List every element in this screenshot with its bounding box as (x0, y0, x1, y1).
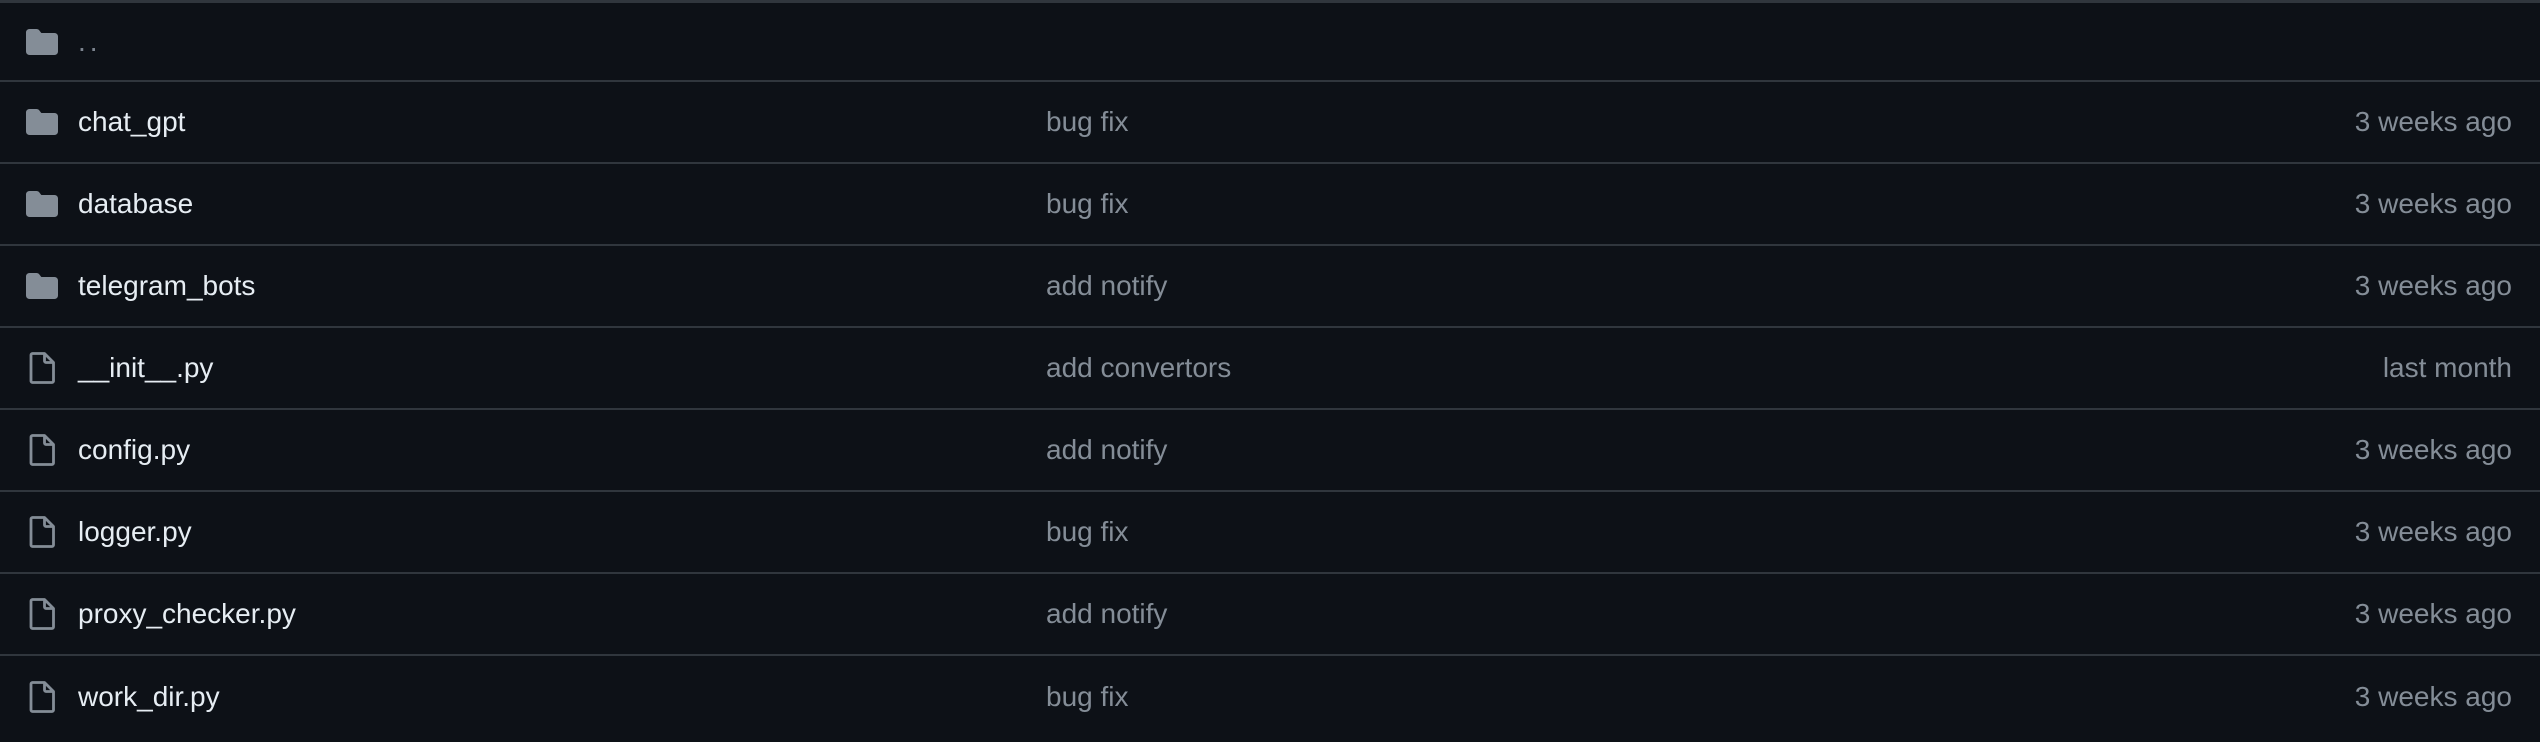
file-icon (26, 434, 58, 466)
commit-age: last month (2382, 352, 2512, 383)
commit-age: 3 weeks ago (2354, 270, 2512, 301)
file-name-link[interactable]: logger.py (78, 516, 192, 548)
commit-age: 3 weeks ago (2354, 598, 2512, 629)
file-row-config-py[interactable]: config.py add notify 3 weeks ago (0, 410, 2540, 492)
folder-icon (26, 188, 58, 220)
file-name-link[interactable]: __init__.py (78, 352, 213, 384)
commit-message-link[interactable]: add notify (1046, 270, 1167, 302)
parent-directory-row[interactable]: .. (0, 3, 2540, 82)
file-row-telegram_bots[interactable]: telegram_bots add notify 3 weeks ago (0, 246, 2540, 328)
commit-message-link[interactable]: add notify (1046, 598, 1167, 630)
commit-message-link[interactable]: add notify (1046, 434, 1167, 466)
file-row-database[interactable]: database bug fix 3 weeks ago (0, 164, 2540, 246)
commit-message-link[interactable]: bug fix (1046, 106, 1129, 138)
commit-age: 3 weeks ago (2354, 188, 2512, 219)
file-icon (26, 681, 58, 713)
file-row-logger-py[interactable]: logger.py bug fix 3 weeks ago (0, 492, 2540, 574)
file-name-link[interactable]: proxy_checker.py (78, 598, 296, 630)
file-row-work_dir-py[interactable]: work_dir.py bug fix 3 weeks ago (0, 656, 2540, 738)
commit-age: 3 weeks ago (2354, 681, 2512, 712)
file-row-chat_gpt[interactable]: chat_gpt bug fix 3 weeks ago (0, 82, 2540, 164)
commit-message-link[interactable]: bug fix (1046, 681, 1129, 713)
parent-directory-link[interactable]: .. (78, 26, 102, 58)
file-name-link[interactable]: database (78, 188, 193, 220)
folder-icon (26, 26, 58, 58)
file-name-link[interactable]: chat_gpt (78, 106, 185, 138)
commit-message-link[interactable]: bug fix (1046, 188, 1129, 220)
file-icon (26, 516, 58, 548)
file-list: .. chat_gpt bug fix 3 weeks ago database… (0, 0, 2540, 742)
file-icon (26, 352, 58, 384)
file-row-__init__py[interactable]: __init__.py add convertors last month (0, 328, 2540, 410)
file-icon (26, 598, 58, 630)
folder-icon (26, 106, 58, 138)
file-row-proxy_checker-py[interactable]: proxy_checker.py add notify 3 weeks ago (0, 574, 2540, 656)
commit-age: 3 weeks ago (2354, 516, 2512, 547)
commit-message-link[interactable]: bug fix (1046, 516, 1129, 548)
commit-message-link[interactable]: add convertors (1046, 352, 1231, 384)
file-name-link[interactable]: telegram_bots (78, 270, 255, 302)
file-name-link[interactable]: work_dir.py (78, 681, 220, 713)
commit-age: 3 weeks ago (2354, 106, 2512, 137)
file-name-link[interactable]: config.py (78, 434, 190, 466)
folder-icon (26, 270, 58, 302)
commit-age: 3 weeks ago (2354, 434, 2512, 465)
